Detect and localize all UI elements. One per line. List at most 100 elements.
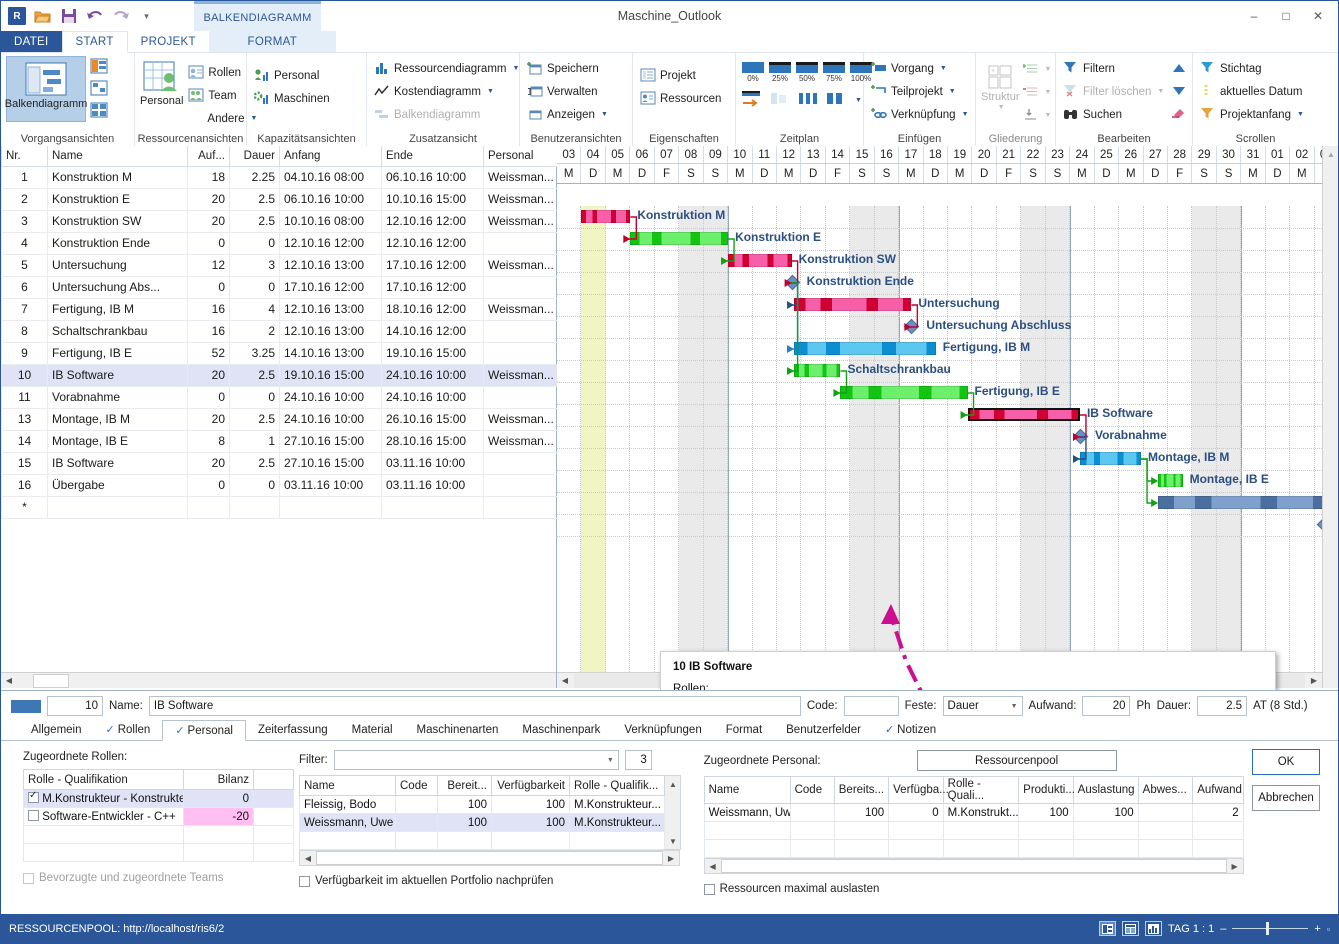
zoom-in-button[interactable]: + [1314,923,1320,935]
filter-vscrollbar[interactable]: ▲ ▼ [665,775,681,850]
aufwand-field[interactable]: 20 [1082,696,1131,716]
cell-personal[interactable] [483,342,558,365]
table-row[interactable]: 13 Montage, IB M 20 2.5 24.10.16 10:00 26.10.… [1,408,558,431]
personal-scroll-thumb[interactable] [720,859,1227,873]
view-report-icon[interactable] [1144,921,1162,936]
cell-4[interactable]: M.Konstrukt... [942,803,1020,822]
chevron-down-icon[interactable]: ▼ [855,97,862,104]
task-code-field[interactable] [843,696,899,716]
cell-anfang[interactable]: 10.10.16 08:00 [279,210,382,233]
cell-personal[interactable] [483,320,558,343]
cell-0[interactable]: M.Konstrukteur - Konstrukteu [23,789,184,808]
personal-hscrollbar[interactable]: ◀ ▶ [703,858,1244,874]
ok-button[interactable]: OK [1252,749,1320,775]
cell-name[interactable]: Konstruktion Ende [47,232,188,255]
cell-dauer[interactable]: 3.25 [229,342,280,365]
ribbon-item-aktuelles-datum[interactable]: aktuelles Datum [1198,81,1306,102]
col-header-5[interactable]: Ende [381,146,484,167]
cell-ende[interactable]: 17.10.16 12:00 [381,276,484,299]
cell-anfang[interactable]: 12.10.16 13:00 [279,254,382,277]
col-header-4[interactable]: Anfang [279,146,382,167]
cell-1[interactable] [789,803,835,822]
zoom-out-button[interactable]: – [1220,923,1226,935]
cell-anfang[interactable]: 06.10.16 10:00 [279,188,382,211]
table-row[interactable] [703,821,1244,840]
cell-ende[interactable]: 17.10.16 12:00 [381,254,484,277]
cell-2[interactable]: 100 [437,813,492,832]
tab-format[interactable]: FORMAT [208,31,336,52]
cell-ende[interactable]: 19.10.16 15:00 [381,342,484,365]
cell-name[interactable]: Montage, IB E [47,430,188,453]
cell-6[interactable] [1072,839,1139,858]
gantt-scroll-up-icon[interactable]: ▲ [1323,146,1338,162]
cell-personal[interactable]: Weissman... [483,188,558,211]
cell-anfang[interactable] [279,496,382,519]
cell-dauer[interactable]: 1 [229,430,280,453]
cancel-button[interactable]: Abbrechen [1252,785,1320,811]
cell-7[interactable] [1137,821,1194,840]
gantt-bar[interactable] [728,254,792,267]
cell-dauer[interactable]: 2.5 [229,408,280,431]
cell-dauer[interactable]: 2.25 [229,166,280,189]
cell-name[interactable]: Untersuchung [47,254,188,277]
feste-select[interactable]: Dauer ▼ [942,696,1023,716]
cell-nr[interactable]: 1 [1,166,48,189]
cell-ende[interactable]: 24.10.16 10:00 [381,364,484,387]
cell-4[interactable]: M.Konstrukteur... [569,795,665,814]
task-color-swatch[interactable] [11,699,41,713]
gantt-vscrollbar[interactable]: ▲ [1322,146,1338,688]
table-row[interactable]: M.Konstrukteur - Konstrukteu0 [23,789,294,808]
col-header-0[interactable]: Name [299,775,396,796]
cell-dauer[interactable]: 2.5 [229,188,280,211]
cell-7[interactable] [1137,839,1194,858]
table-row[interactable] [23,843,294,862]
cell-6[interactable] [1072,821,1139,840]
ribbon-item-speichern[interactable]: Speichern [525,58,610,79]
cell-5[interactable] [1018,839,1074,858]
tab-notizen[interactable]: ✓ Notizen [873,719,948,740]
cell-1[interactable] [183,825,254,844]
cell-8[interactable]: 2 [1192,803,1244,822]
cell-ende[interactable] [381,496,484,519]
cell-name[interactable]: Untersuchung Abs... [47,276,188,299]
cell-6[interactable]: 100 [1072,803,1139,822]
cell-2[interactable] [253,807,294,826]
minimize-button[interactable]: – [1238,3,1270,29]
cell-ende[interactable]: 06.10.16 10:00 [381,166,484,189]
resize-grip-icon[interactable]: ▫ [1327,924,1330,934]
table-row[interactable]: 10 IB Software 20 2.5 19.10.16 15:00 24.10.16… [1,364,558,387]
cell-5[interactable]: 100 [1018,803,1074,822]
cell-anfang[interactable]: 19.10.16 15:00 [279,364,382,387]
tab-material[interactable]: Material [340,719,405,740]
gantt-bar[interactable] [1158,496,1325,509]
pct-75-button[interactable]: 75% [822,62,846,83]
col-header-1[interactable]: Code [789,776,835,804]
cell-anfang[interactable]: 04.10.16 08:00 [279,166,382,189]
cell-3[interactable]: 100 [491,813,570,832]
scroll-left-icon[interactable]: ◀ [1,673,17,689]
row-checkbox[interactable] [28,791,39,803]
cell-personal[interactable] [483,452,558,475]
col-header-2[interactable]: Bereits... [833,776,890,804]
tab-datei[interactable]: DATEI [1,31,62,52]
view-grid-icon[interactable] [89,100,109,120]
cell-aufwand[interactable] [187,496,230,519]
cell-aufwand[interactable]: 18 [187,166,230,189]
cell-aufwand[interactable]: 8 [187,430,230,453]
cell-3[interactable]: 0 [888,803,944,822]
cell-dauer[interactable]: 0 [229,474,280,497]
gantt-bar[interactable] [1158,474,1183,487]
cell-4[interactable] [942,839,1020,858]
cell-aufwand[interactable]: 0 [187,276,230,299]
qat-more-icon[interactable]: ▾ [137,7,156,26]
table-row[interactable]: 2 Konstruktion E 20 2.5 06.10.16 10:00 10.10.… [1,188,558,211]
maxload-checkbox[interactable] [703,883,715,895]
ribbon-item-anzeigen[interactable]: Anzeigen ▼ [525,104,610,125]
cell-8[interactable] [1192,839,1244,858]
table-row[interactable]: 1 Konstruktion M 18 2.25 04.10.16 08:00 06.10… [1,166,558,189]
ribbon-item-stichtag[interactable]: Stichtag [1198,58,1306,79]
cell-anfang[interactable]: 27.10.16 15:00 [279,452,382,475]
cell-name[interactable]: IB Software [47,452,188,475]
cell-nr[interactable]: 10 [1,364,48,387]
cell-dauer[interactable]: 3 [229,254,280,277]
